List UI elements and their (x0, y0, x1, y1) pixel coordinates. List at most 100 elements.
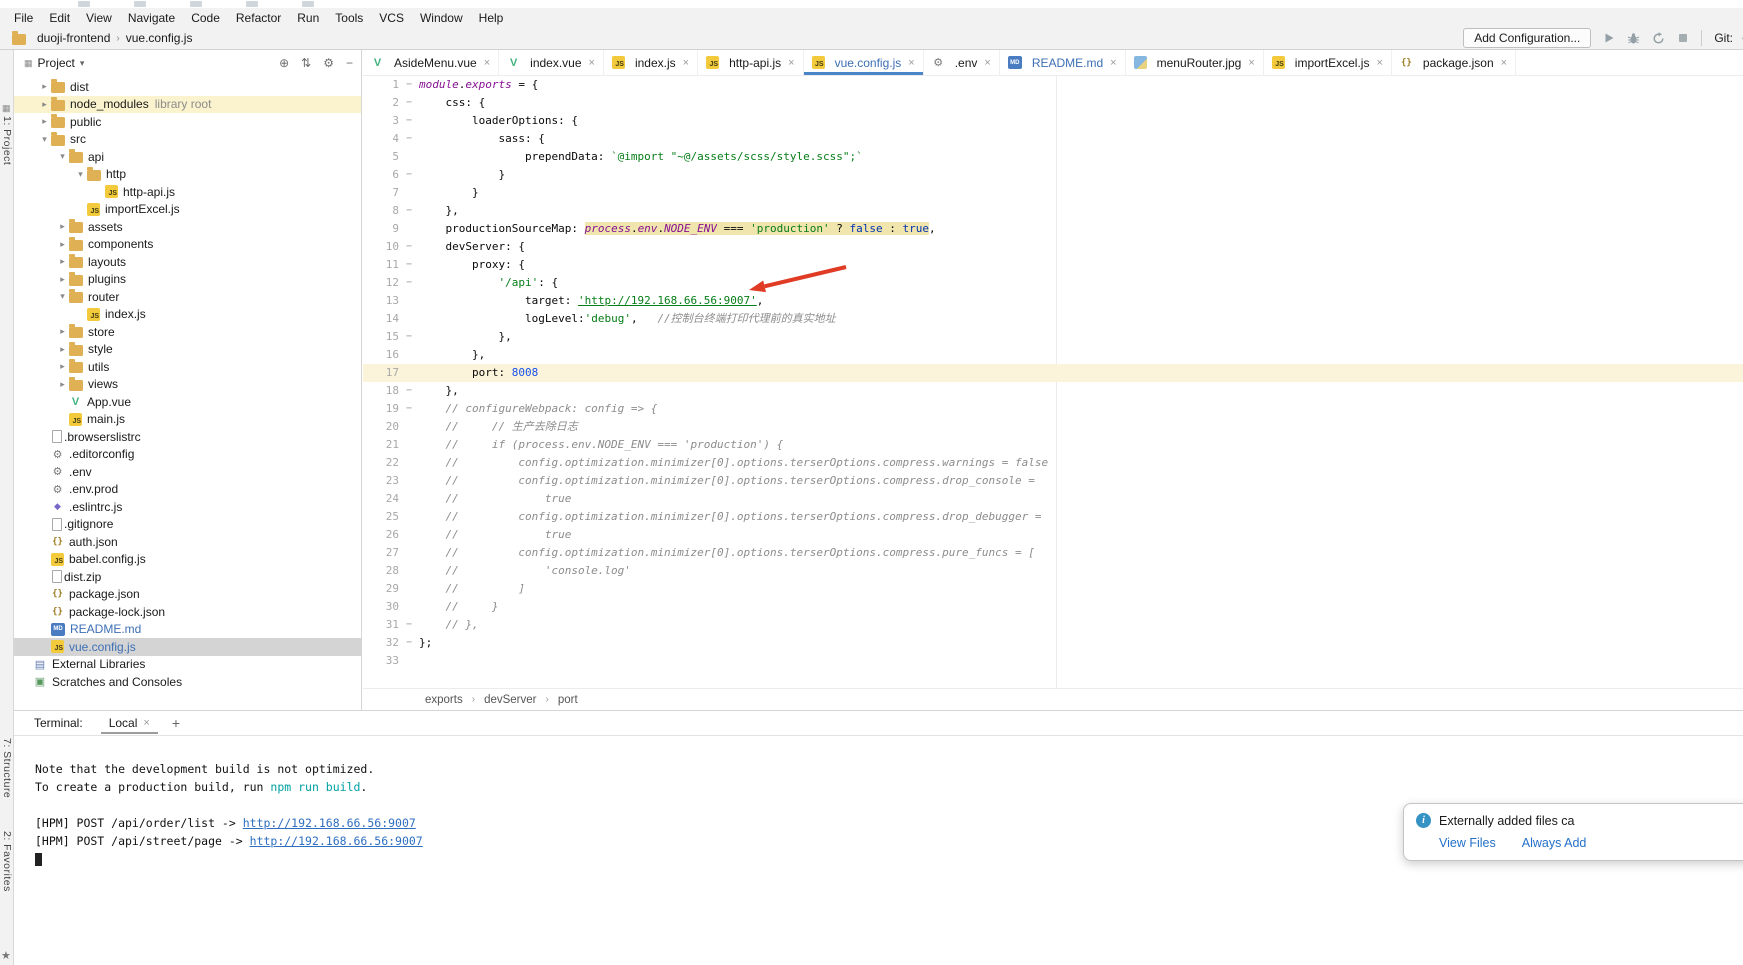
code-line-4[interactable]: 4− sass: { (363, 130, 1743, 148)
chevron-collapsed-icon[interactable]: ▸ (38, 116, 51, 127)
breadcrumb-port[interactable]: port (558, 694, 578, 706)
tool-strip-structure[interactable]: 7: Structure (1, 738, 13, 798)
code-line-5[interactable]: 5 prependData: `@import "~@/assets/scss/… (363, 148, 1743, 166)
tool-strip-favorites[interactable]: 2: Favorites (1, 831, 13, 892)
code-line-2[interactable]: 2− css: { (363, 94, 1743, 112)
tree-item-src[interactable]: ▾src (14, 131, 361, 149)
code-line-6[interactable]: 6− } (363, 166, 1743, 184)
tree-item-plugins[interactable]: ▸plugins (14, 271, 361, 289)
code-editor[interactable]: 1−module.exports = {2− css: {3− loaderOp… (363, 76, 1743, 688)
code-line-26[interactable]: 26 // true (363, 526, 1743, 544)
fold-icon[interactable]: − (399, 256, 419, 274)
chevron-collapsed-icon[interactable]: ▸ (56, 221, 69, 232)
tree-item-components[interactable]: ▸components (14, 236, 361, 254)
tree-item-assets[interactable]: ▸assets (14, 218, 361, 236)
tree-item-public[interactable]: ▸public (14, 113, 361, 131)
fold-icon[interactable]: − (399, 166, 419, 184)
fold-icon[interactable]: − (399, 634, 419, 652)
new-terminal-icon[interactable]: + (172, 715, 180, 731)
code-line-18[interactable]: 18− }, (363, 382, 1743, 400)
project-view-icon[interactable]: ▦ (24, 58, 33, 69)
locate-icon[interactable]: ⊕ (279, 56, 289, 70)
tool-windows-icon[interactable]: ▦ (2, 103, 11, 114)
editor-tab-asidemenu-vue[interactable]: VAsideMenu.vue× (363, 50, 499, 75)
tree-item-layouts[interactable]: ▸layouts (14, 253, 361, 271)
menu-refactor[interactable]: Refactor (228, 8, 289, 27)
code-line-19[interactable]: 19− // configureWebpack: config => { (363, 400, 1743, 418)
code-line-23[interactable]: 23 // config.optimization.minimizer[0].o… (363, 472, 1743, 490)
project-panel-title[interactable]: Project (38, 56, 75, 70)
favorites-star-icon[interactable]: ★ (1, 949, 11, 962)
tree-item-package-json[interactable]: {}package.json (14, 586, 361, 604)
tree-item-http-api-js[interactable]: JShttp-api.js (14, 183, 361, 201)
editor-tab-vue-config-js[interactable]: JSvue.config.js× (804, 50, 924, 75)
menu-file[interactable]: File (6, 8, 41, 27)
breadcrumb-file[interactable]: vue.config.js (126, 31, 193, 45)
code-line-29[interactable]: 29 // ] (363, 580, 1743, 598)
menu-code[interactable]: Code (183, 8, 228, 27)
editor-tab-menurouter-jpg[interactable]: menuRouter.jpg× (1126, 50, 1264, 75)
tree-item-http[interactable]: ▾http (14, 166, 361, 184)
close-tab-icon[interactable]: × (683, 57, 689, 69)
chevron-collapsed-icon[interactable]: ▸ (38, 99, 51, 110)
code-line-10[interactable]: 10− devServer: { (363, 238, 1743, 256)
stop-icon[interactable] (1677, 32, 1689, 44)
menu-help[interactable]: Help (471, 8, 512, 27)
code-line-11[interactable]: 11− proxy: { (363, 256, 1743, 274)
tree-item-babel-config-js[interactable]: JSbabel.config.js (14, 551, 361, 569)
run-icon[interactable] (1603, 32, 1615, 44)
code-line-13[interactable]: 13 target: 'http://192.168.66.56:9007', (363, 292, 1743, 310)
code-line-15[interactable]: 15− }, (363, 328, 1743, 346)
hide-panel-icon[interactable]: − (346, 56, 353, 70)
menu-run[interactable]: Run (289, 8, 327, 27)
code-line-8[interactable]: 8− }, (363, 202, 1743, 220)
code-line-14[interactable]: 14 logLevel:'debug', //控制台终端打印代理前的真实地址 (363, 310, 1743, 328)
breadcrumb-exports[interactable]: exports (425, 694, 463, 706)
tree-item-scratches-and-consoles[interactable]: ▣Scratches and Consoles (14, 673, 361, 691)
git-update-icon[interactable] (1739, 31, 1743, 45)
chevron-down-icon[interactable]: ▾ (80, 58, 85, 69)
code-line-20[interactable]: 20 // // 生产去除日志 (363, 418, 1743, 436)
fold-icon[interactable]: − (399, 382, 419, 400)
fold-icon[interactable]: − (399, 112, 419, 130)
chevron-collapsed-icon[interactable]: ▸ (38, 81, 51, 92)
close-tab-icon[interactable]: × (788, 57, 794, 69)
code-line-9[interactable]: 9 productionSourceMap: process.env.NODE_… (363, 220, 1743, 238)
code-line-31[interactable]: 31− // }, (363, 616, 1743, 634)
code-line-3[interactable]: 3− loaderOptions: { (363, 112, 1743, 130)
chevron-expanded-icon[interactable]: ▾ (56, 151, 69, 162)
code-line-17[interactable]: 17 port: 8008 (363, 364, 1743, 382)
chevron-expanded-icon[interactable]: ▾ (38, 134, 51, 145)
editor-tab-http-api-js[interactable]: JShttp-api.js× (698, 50, 803, 75)
close-terminal-tab-icon[interactable]: × (143, 717, 149, 729)
menu-view[interactable]: View (78, 8, 120, 27)
tree-item-package-lock-json[interactable]: {}package-lock.json (14, 603, 361, 621)
tree-item-api[interactable]: ▾api (14, 148, 361, 166)
tree-item-env-prod[interactable]: ⚙.env.prod (14, 481, 361, 499)
menu-vcs[interactable]: VCS (371, 8, 412, 27)
fold-icon[interactable]: − (399, 274, 419, 292)
add-configuration-button[interactable]: Add Configuration... (1463, 28, 1591, 48)
tree-item-router[interactable]: ▾router (14, 288, 361, 306)
tree-item-importexcel-js[interactable]: JSimportExcel.js (14, 201, 361, 219)
tree-item-auth-json[interactable]: {}auth.json (14, 533, 361, 551)
always-add-link[interactable]: Always Add (1522, 836, 1587, 850)
fold-icon[interactable]: − (399, 202, 419, 220)
gear-icon[interactable]: ⚙ (323, 56, 334, 70)
code-line-24[interactable]: 24 // true (363, 490, 1743, 508)
terminal-link[interactable]: http://192.168.66.56:9007 (250, 834, 423, 848)
tree-item-external-libraries[interactable]: ▤External Libraries (14, 656, 361, 674)
terminal-tab-local[interactable]: Local × (101, 713, 158, 734)
tree-item-dist[interactable]: ▸dist (14, 78, 361, 96)
chevron-collapsed-icon[interactable]: ▸ (56, 361, 69, 372)
fold-icon[interactable]: − (399, 76, 419, 94)
editor-tab-index-js[interactable]: JSindex.js× (604, 50, 698, 75)
debug-icon[interactable] (1627, 32, 1640, 45)
tree-item-env[interactable]: ⚙.env (14, 463, 361, 481)
tree-item-store[interactable]: ▸store (14, 323, 361, 341)
menu-tools[interactable]: Tools (327, 8, 371, 27)
fold-icon[interactable]: − (399, 616, 419, 634)
tree-item-views[interactable]: ▸views (14, 376, 361, 394)
close-tab-icon[interactable]: × (1248, 57, 1254, 69)
code-line-25[interactable]: 25 // config.optimization.minimizer[0].o… (363, 508, 1743, 526)
